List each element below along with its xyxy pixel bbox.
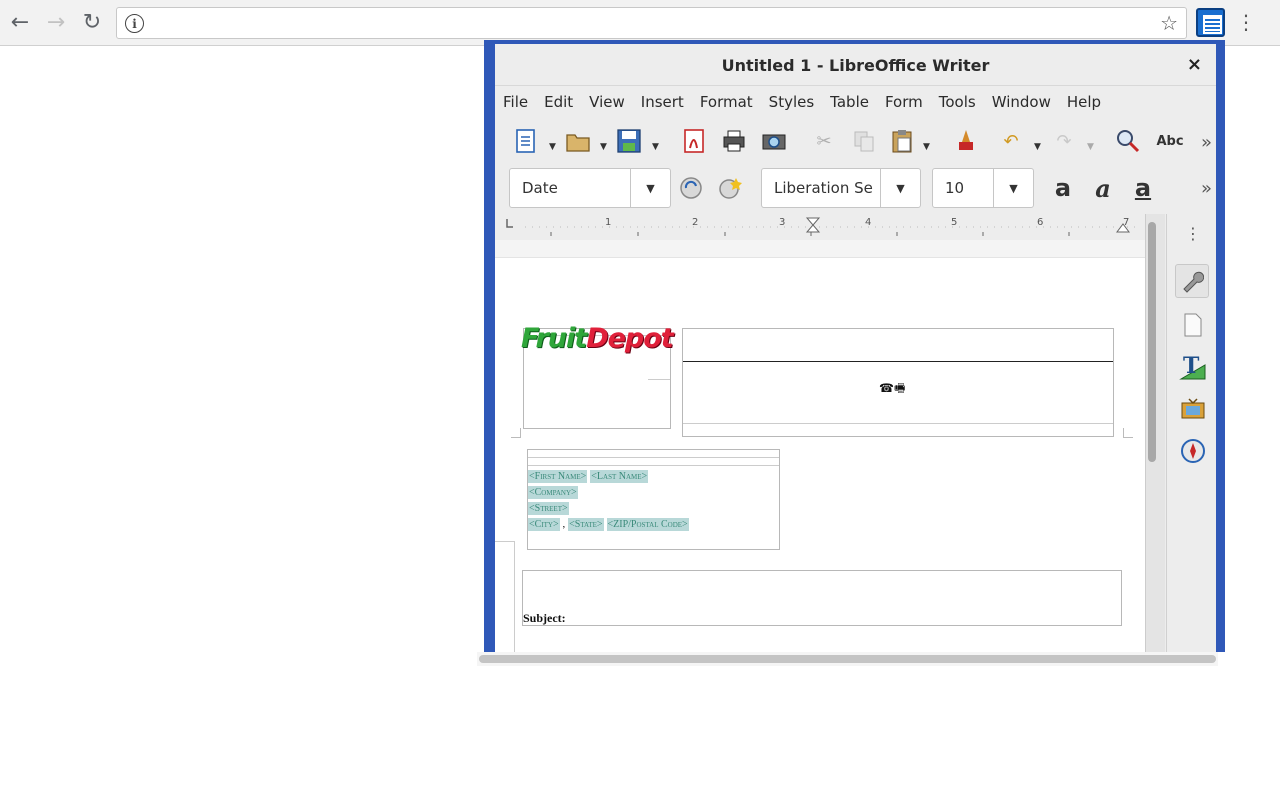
company-field[interactable]: <Company>: [528, 486, 578, 499]
reload-icon[interactable]: ↻: [78, 8, 106, 36]
paragraph-style-combo[interactable]: Date ▼: [509, 168, 671, 208]
menu-form[interactable]: Form: [877, 90, 931, 116]
open-folder-icon[interactable]: [565, 128, 591, 154]
navigator-icon[interactable]: [1178, 436, 1208, 466]
sidebar-menu-icon[interactable]: ⋮: [1185, 224, 1201, 243]
paste-dropdown-icon[interactable]: ▼: [923, 142, 930, 152]
scrollbar-thumb[interactable]: [479, 655, 1216, 663]
new-document-icon[interactable]: [513, 128, 539, 154]
menu-table[interactable]: Table: [822, 90, 877, 116]
font-name-combo[interactable]: Liberation Se ▼: [761, 168, 921, 208]
zip-field[interactable]: <ZIP/Postal Code>: [606, 518, 689, 531]
italic-icon[interactable]: a: [1090, 174, 1116, 203]
info-icon[interactable]: i: [125, 14, 144, 33]
underline-icon[interactable]: a: [1130, 174, 1156, 202]
undo-icon[interactable]: ↶: [998, 128, 1024, 154]
city-separator: ,: [562, 519, 566, 530]
first-name-field[interactable]: <First Name>: [528, 470, 588, 483]
open-dropdown-icon[interactable]: ▼: [600, 142, 607, 152]
more-formatting-icon[interactable]: »: [1201, 178, 1212, 199]
paragraph-style-value: Date: [522, 179, 558, 197]
header-frame[interactable]: ☎🖷: [682, 328, 1114, 437]
forward-icon[interactable]: →: [42, 8, 70, 36]
chevron-down-icon[interactable]: ▼: [993, 169, 1033, 207]
menu-edit[interactable]: Edit: [536, 90, 581, 116]
print-icon[interactable]: [721, 128, 747, 154]
ruler-number: 2: [692, 217, 699, 228]
ruler-number: 5: [951, 217, 958, 228]
browser-menu-icon[interactable]: ⋮: [1236, 10, 1256, 34]
gallery-icon[interactable]: [1178, 394, 1208, 424]
find-replace-icon[interactable]: [1115, 128, 1141, 154]
back-icon[interactable]: ←: [6, 8, 34, 36]
export-pdf-icon[interactable]: [681, 128, 707, 154]
properties-icon[interactable]: [1175, 264, 1209, 298]
redo-icon[interactable]: ↷: [1051, 128, 1077, 154]
ruler-number: 7: [1123, 217, 1130, 228]
font-size-value: 10: [945, 179, 965, 197]
window-title: Untitled 1 - LibreOffice Writer: [721, 56, 990, 75]
menu-file[interactable]: File: [495, 90, 536, 116]
spelling-icon[interactable]: Abc: [1155, 128, 1185, 154]
vertical-scrollbar[interactable]: [1145, 214, 1165, 652]
subject-frame[interactable]: Subject:: [522, 570, 1122, 626]
scrollbar-thumb[interactable]: [1148, 222, 1156, 462]
paste-icon[interactable]: [889, 128, 915, 154]
clone-formatting-icon[interactable]: [953, 128, 979, 154]
menu-tools[interactable]: Tools: [931, 90, 984, 116]
menu-help[interactable]: Help: [1059, 90, 1109, 116]
ruler-number: 3: [779, 217, 786, 228]
close-icon[interactable]: ×: [1187, 54, 1202, 75]
undo-dropdown-icon[interactable]: ▼: [1034, 142, 1041, 152]
menu-view[interactable]: View: [581, 90, 633, 116]
ruler-number: 1: [605, 217, 612, 228]
new-dropdown-icon[interactable]: ▼: [549, 142, 556, 152]
document-canvas[interactable]: FruitDepot ☎🖷 <First Name> <Last Name> <C…: [495, 240, 1145, 652]
formatting-toolbar: Date ▼ Liberation Se ▼ 10 ▼ a a a »: [495, 164, 1216, 210]
city-field[interactable]: <City>: [528, 518, 560, 531]
svg-text:T: T: [1183, 353, 1200, 379]
standard-toolbar: ▼ ▼ ▼ ✂ ▼ ↶ ▼ ↷ ▼ Abc »: [495, 122, 1216, 162]
chevron-down-icon[interactable]: ▼: [630, 169, 670, 207]
more-toolbar-icon[interactable]: »: [1201, 132, 1212, 153]
title-bar[interactable]: Untitled 1 - LibreOffice Writer ×: [495, 44, 1216, 86]
phone-fax-icon: ☎🖷: [879, 381, 906, 395]
bookmark-star-icon[interactable]: ☆: [1160, 11, 1178, 35]
save-dropdown-icon[interactable]: ▼: [652, 142, 659, 152]
chevron-down-icon[interactable]: ▼: [880, 169, 920, 207]
copy-icon[interactable]: [851, 128, 877, 154]
save-icon[interactable]: [616, 128, 642, 154]
menu-format[interactable]: Format: [692, 90, 761, 116]
ruler-number: 4: [865, 217, 872, 228]
sidebar: ⋮ T: [1166, 214, 1216, 652]
last-name-field[interactable]: <Last Name>: [590, 470, 649, 483]
new-style-icon[interactable]: [717, 175, 743, 201]
libreoffice-window: Untitled 1 - LibreOffice Writer × File E…: [495, 44, 1216, 652]
ruler-number: 6: [1037, 217, 1044, 228]
menu-bar: File Edit View Insert Format Styles Tabl…: [495, 90, 1216, 116]
styles-icon[interactable]: T: [1178, 352, 1208, 382]
redo-dropdown-icon[interactable]: ▼: [1087, 142, 1094, 152]
update-style-icon[interactable]: [678, 175, 704, 201]
menu-insert[interactable]: Insert: [633, 90, 692, 116]
cut-icon[interactable]: ✂: [811, 128, 837, 154]
font-size-combo[interactable]: 10 ▼: [932, 168, 1034, 208]
address-bar[interactable]: i ☆: [116, 7, 1187, 39]
menu-styles[interactable]: Styles: [761, 90, 823, 116]
ruler[interactable]: 1 2 3 4 5 6 7: [495, 214, 1145, 240]
print-preview-icon[interactable]: [761, 128, 787, 154]
horizontal-scrollbar[interactable]: [477, 652, 1218, 666]
page-icon[interactable]: [1178, 310, 1208, 340]
subject-label: Subject:: [523, 611, 566, 625]
street-field[interactable]: <Street>: [528, 502, 569, 515]
fruit-depot-logo: FruitDepot: [521, 323, 674, 354]
state-field[interactable]: <State>: [568, 518, 604, 531]
extension-icon[interactable]: [1196, 8, 1225, 37]
menu-window[interactable]: Window: [984, 90, 1059, 116]
bold-icon[interactable]: a: [1050, 174, 1076, 202]
address-frame[interactable]: <First Name> <Last Name> <Company> <Stree…: [527, 449, 780, 550]
font-name-value: Liberation Se: [774, 179, 873, 197]
